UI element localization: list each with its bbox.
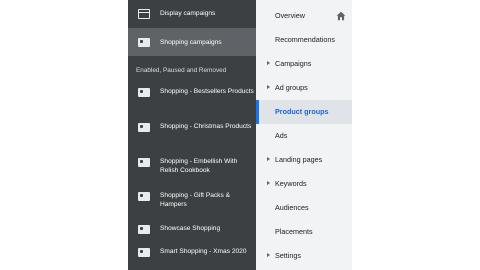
menu-item-placements[interactable]: Placements [256, 220, 352, 244]
menu-item-label: Settings [275, 251, 301, 260]
menu-item-settings[interactable]: Settings [256, 244, 352, 268]
campaign-item-christmas[interactable]: Shopping - Christmas Products [128, 117, 256, 147]
menu-item-campaigns[interactable]: Campaigns [256, 52, 352, 76]
shopping-tag-icon [138, 158, 150, 167]
campaign-label: Smart Shopping - Xmas 2020 [160, 248, 247, 255]
campaign-status-filter-label: Enabled, Paused and Removed [136, 67, 227, 74]
expand-caret-icon [267, 157, 270, 161]
shopping-tag-icon [138, 248, 150, 257]
shopping-tag-icon [138, 123, 150, 132]
menu-item-ad-groups[interactable]: Ad groups [256, 76, 352, 100]
shopping-tag-icon [138, 38, 150, 47]
campaign-item-bestsellers[interactable]: Shopping - Bestsellers Products [128, 82, 256, 112]
campaign-item-smart-shopping[interactable]: Smart Shopping - Xmas 2020 [128, 242, 256, 270]
shopping-campaigns-item[interactable]: Shopping campaigns [128, 28, 256, 56]
expand-caret-icon [267, 61, 270, 65]
shopping-tag-icon [138, 88, 150, 97]
menu-item-audiences[interactable]: Audiences [256, 196, 352, 220]
shopping-tag-icon [138, 192, 150, 201]
campaign-label: Shopping - Bestsellers Products [160, 88, 254, 95]
campaign-label: Shopping - Embellish With Relish Cookboo… [160, 158, 238, 174]
menu-item-label: Audiences [275, 203, 309, 212]
menu-item-recommendations[interactable]: Recommendations [256, 28, 352, 52]
menu-item-label: Campaigns [275, 59, 312, 68]
shopping-tag-icon [138, 225, 150, 234]
expand-caret-icon [267, 181, 270, 185]
campaign-label: Shopping - Christmas Products [160, 123, 252, 130]
display-campaigns-label: Display campaigns [160, 10, 216, 17]
campaign-label: Showcase Shopping [160, 225, 221, 232]
menu-item-product-groups[interactable]: Product groups [256, 100, 352, 124]
page-menu: Overview Recommendations Campaigns Ad gr… [256, 0, 352, 270]
menu-item-label: Keywords [275, 179, 307, 188]
campaign-label: Shopping - Gift Packs & Hampers [160, 192, 231, 208]
menu-item-overview[interactable]: Overview [256, 4, 352, 28]
campaign-item-showcase[interactable]: Showcase Shopping [128, 219, 256, 239]
menu-item-keywords[interactable]: Keywords [256, 172, 352, 196]
menu-item-label: Landing pages [275, 155, 323, 164]
expand-caret-icon [267, 85, 270, 89]
campaign-sidebar: Display campaigns Shopping campaigns Ena… [128, 0, 256, 270]
campaign-item-gift-packs[interactable]: Shopping - Gift Packs & Hampers [128, 186, 256, 216]
home-icon [336, 11, 346, 21]
menu-item-landing-pages[interactable]: Landing pages [256, 148, 352, 172]
campaign-item-embellish[interactable]: Shopping - Embellish With Relish Cookboo… [128, 152, 256, 182]
shopping-campaigns-label: Shopping campaigns [160, 39, 222, 46]
display-campaigns-item[interactable]: Display campaigns [128, 0, 256, 27]
display-campaign-icon [138, 9, 150, 19]
menu-item-label: Ad groups [275, 83, 308, 92]
menu-item-label: Placements [275, 227, 313, 236]
menu-item-label: Overview [275, 11, 305, 20]
menu-item-ads[interactable]: Ads [256, 124, 352, 148]
menu-item-label: Product groups [275, 107, 329, 116]
menu-item-label: Recommendations [275, 35, 335, 44]
menu-item-label: Ads [275, 131, 288, 140]
expand-caret-icon [267, 253, 270, 257]
